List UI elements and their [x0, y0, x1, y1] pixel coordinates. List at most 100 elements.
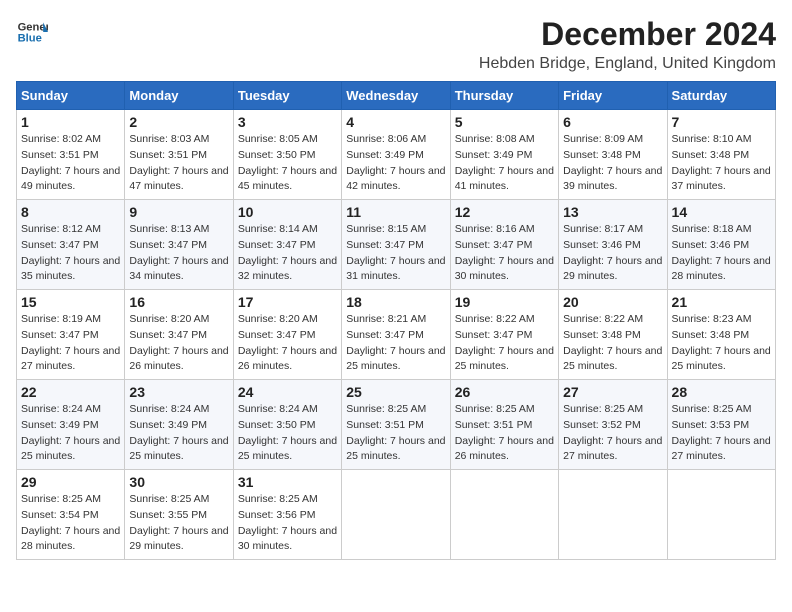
week-row-4: 22 Sunrise: 8:24 AMSunset: 3:49 PMDayligh…	[17, 380, 776, 470]
day-number: 24	[238, 384, 337, 400]
calendar-cell: 26 Sunrise: 8:25 AMSunset: 3:51 PMDayligh…	[450, 380, 558, 470]
day-number: 19	[455, 294, 554, 310]
calendar-cell: 8 Sunrise: 8:12 AMSunset: 3:47 PMDaylight…	[17, 200, 125, 290]
day-number: 13	[563, 204, 662, 220]
day-info: Sunrise: 8:23 AMSunset: 3:48 PMDaylight:…	[672, 312, 771, 375]
header: General Blue December 2024 Hebden Bridge…	[16, 16, 776, 73]
day-number: 31	[238, 474, 337, 490]
calendar-cell: 24 Sunrise: 8:24 AMSunset: 3:50 PMDayligh…	[233, 380, 341, 470]
svg-text:Blue: Blue	[18, 33, 42, 45]
day-number: 8	[21, 204, 120, 220]
day-info: Sunrise: 8:22 AMSunset: 3:48 PMDaylight:…	[563, 312, 662, 375]
calendar-cell: 16Sunrise: 8:20 AMSunset: 3:47 PMDayligh…	[125, 290, 233, 380]
calendar-cell: 3Sunrise: 8:05 AMSunset: 3:50 PMDaylight…	[233, 110, 341, 200]
calendar-cell: 31 Sunrise: 8:25 AMSunset: 3:56 PMDayligh…	[233, 470, 341, 560]
week-row-1: 1 Sunrise: 8:02 AMSunset: 3:51 PMDaylight…	[17, 110, 776, 200]
calendar-cell: 12 Sunrise: 8:16 AMSunset: 3:47 PMDayligh…	[450, 200, 558, 290]
day-number: 10	[238, 204, 337, 220]
day-info: Sunrise: 8:16 AMSunset: 3:47 PMDaylight:…	[455, 222, 554, 285]
calendar-cell: 5Sunrise: 8:08 AMSunset: 3:49 PMDaylight…	[450, 110, 558, 200]
logo: General Blue	[16, 16, 48, 48]
calendar-cell: 11Sunrise: 8:15 AMSunset: 3:47 PMDayligh…	[342, 200, 450, 290]
calendar-cell: 2Sunrise: 8:03 AMSunset: 3:51 PMDaylight…	[125, 110, 233, 200]
day-info: Sunrise: 8:25 AMSunset: 3:56 PMDaylight:…	[238, 492, 337, 555]
day-info: Sunrise: 8:25 AMSunset: 3:51 PMDaylight:…	[346, 402, 445, 465]
calendar-cell: 15 Sunrise: 8:19 AMSunset: 3:47 PMDayligh…	[17, 290, 125, 380]
calendar-cell: 28 Sunrise: 8:25 AMSunset: 3:53 PMDayligh…	[667, 380, 775, 470]
weekday-header-sunday: Sunday	[17, 82, 125, 110]
day-number: 22	[21, 384, 120, 400]
calendar-table: SundayMondayTuesdayWednesdayThursdayFrid…	[16, 81, 776, 560]
day-number: 21	[672, 294, 771, 310]
week-row-5: 29 Sunrise: 8:25 AMSunset: 3:54 PMDayligh…	[17, 470, 776, 560]
day-number: 4	[346, 114, 445, 130]
day-info: Sunrise: 8:25 AMSunset: 3:53 PMDaylight:…	[672, 402, 771, 465]
day-info: Sunrise: 8:02 AMSunset: 3:51 PMDaylight:…	[21, 132, 120, 195]
calendar-cell: 25 Sunrise: 8:25 AMSunset: 3:51 PMDayligh…	[342, 380, 450, 470]
week-row-3: 15 Sunrise: 8:19 AMSunset: 3:47 PMDayligh…	[17, 290, 776, 380]
calendar-cell: 27 Sunrise: 8:25 AMSunset: 3:52 PMDayligh…	[559, 380, 667, 470]
day-info: Sunrise: 8:12 AMSunset: 3:47 PMDaylight:…	[21, 222, 120, 285]
day-info: Sunrise: 8:17 AMSunset: 3:46 PMDaylight:…	[563, 222, 662, 285]
calendar-cell: 17Sunrise: 8:20 AMSunset: 3:47 PMDayligh…	[233, 290, 341, 380]
day-number: 1	[21, 114, 120, 130]
calendar-cell: 29 Sunrise: 8:25 AMSunset: 3:54 PMDayligh…	[17, 470, 125, 560]
calendar-cell: 14Sunrise: 8:18 AMSunset: 3:46 PMDayligh…	[667, 200, 775, 290]
day-info: Sunrise: 8:24 AMSunset: 3:50 PMDaylight:…	[238, 402, 337, 465]
day-number: 20	[563, 294, 662, 310]
day-info: Sunrise: 8:25 AMSunset: 3:51 PMDaylight:…	[455, 402, 554, 465]
day-number: 5	[455, 114, 554, 130]
day-info: Sunrise: 8:24 AMSunset: 3:49 PMDaylight:…	[21, 402, 120, 465]
calendar-cell: 13 Sunrise: 8:17 AMSunset: 3:46 PMDayligh…	[559, 200, 667, 290]
day-number: 28	[672, 384, 771, 400]
sub-title: Hebden Bridge, England, United Kingdom	[479, 55, 776, 73]
day-number: 11	[346, 204, 445, 220]
week-row-2: 8 Sunrise: 8:12 AMSunset: 3:47 PMDaylight…	[17, 200, 776, 290]
day-number: 29	[21, 474, 120, 490]
day-number: 6	[563, 114, 662, 130]
weekday-header-row: SundayMondayTuesdayWednesdayThursdayFrid…	[17, 82, 776, 110]
calendar-cell: 6 Sunrise: 8:09 AMSunset: 3:48 PMDaylight…	[559, 110, 667, 200]
day-info: Sunrise: 8:10 AMSunset: 3:48 PMDaylight:…	[672, 132, 771, 195]
day-number: 23	[129, 384, 228, 400]
calendar-cell: 18Sunrise: 8:21 AMSunset: 3:47 PMDayligh…	[342, 290, 450, 380]
day-info: Sunrise: 8:24 AMSunset: 3:49 PMDaylight:…	[129, 402, 228, 465]
calendar-cell: 9 Sunrise: 8:13 AMSunset: 3:47 PMDaylight…	[125, 200, 233, 290]
day-info: Sunrise: 8:21 AMSunset: 3:47 PMDaylight:…	[346, 312, 445, 375]
day-number: 15	[21, 294, 120, 310]
day-info: Sunrise: 8:25 AMSunset: 3:55 PMDaylight:…	[129, 492, 228, 555]
calendar-cell: 4Sunrise: 8:06 AMSunset: 3:49 PMDaylight…	[342, 110, 450, 200]
calendar-cell	[667, 470, 775, 560]
day-info: Sunrise: 8:19 AMSunset: 3:47 PMDaylight:…	[21, 312, 120, 375]
calendar-cell: 20 Sunrise: 8:22 AMSunset: 3:48 PMDayligh…	[559, 290, 667, 380]
day-number: 25	[346, 384, 445, 400]
weekday-header-monday: Monday	[125, 82, 233, 110]
day-info: Sunrise: 8:13 AMSunset: 3:47 PMDaylight:…	[129, 222, 228, 285]
day-number: 2	[129, 114, 228, 130]
day-number: 9	[129, 204, 228, 220]
weekday-header-friday: Friday	[559, 82, 667, 110]
day-number: 12	[455, 204, 554, 220]
day-number: 14	[672, 204, 771, 220]
calendar-cell	[342, 470, 450, 560]
day-info: Sunrise: 8:22 AMSunset: 3:47 PMDaylight:…	[455, 312, 554, 375]
weekday-header-thursday: Thursday	[450, 82, 558, 110]
title-area: December 2024 Hebden Bridge, England, Un…	[479, 16, 776, 73]
calendar-cell: 30Sunrise: 8:25 AMSunset: 3:55 PMDayligh…	[125, 470, 233, 560]
weekday-header-tuesday: Tuesday	[233, 82, 341, 110]
day-number: 26	[455, 384, 554, 400]
calendar-cell: 7Sunrise: 8:10 AMSunset: 3:48 PMDaylight…	[667, 110, 775, 200]
main-title: December 2024	[479, 16, 776, 53]
calendar-cell: 1 Sunrise: 8:02 AMSunset: 3:51 PMDaylight…	[17, 110, 125, 200]
day-info: Sunrise: 8:20 AMSunset: 3:47 PMDaylight:…	[238, 312, 337, 375]
day-info: Sunrise: 8:25 AMSunset: 3:54 PMDaylight:…	[21, 492, 120, 555]
day-info: Sunrise: 8:25 AMSunset: 3:52 PMDaylight:…	[563, 402, 662, 465]
day-info: Sunrise: 8:20 AMSunset: 3:47 PMDaylight:…	[129, 312, 228, 375]
day-number: 27	[563, 384, 662, 400]
logo-icon: General Blue	[16, 16, 48, 48]
calendar-cell: 19 Sunrise: 8:22 AMSunset: 3:47 PMDayligh…	[450, 290, 558, 380]
calendar-cell: 10Sunrise: 8:14 AMSunset: 3:47 PMDayligh…	[233, 200, 341, 290]
day-info: Sunrise: 8:09 AMSunset: 3:48 PMDaylight:…	[563, 132, 662, 195]
weekday-header-saturday: Saturday	[667, 82, 775, 110]
calendar-cell	[559, 470, 667, 560]
